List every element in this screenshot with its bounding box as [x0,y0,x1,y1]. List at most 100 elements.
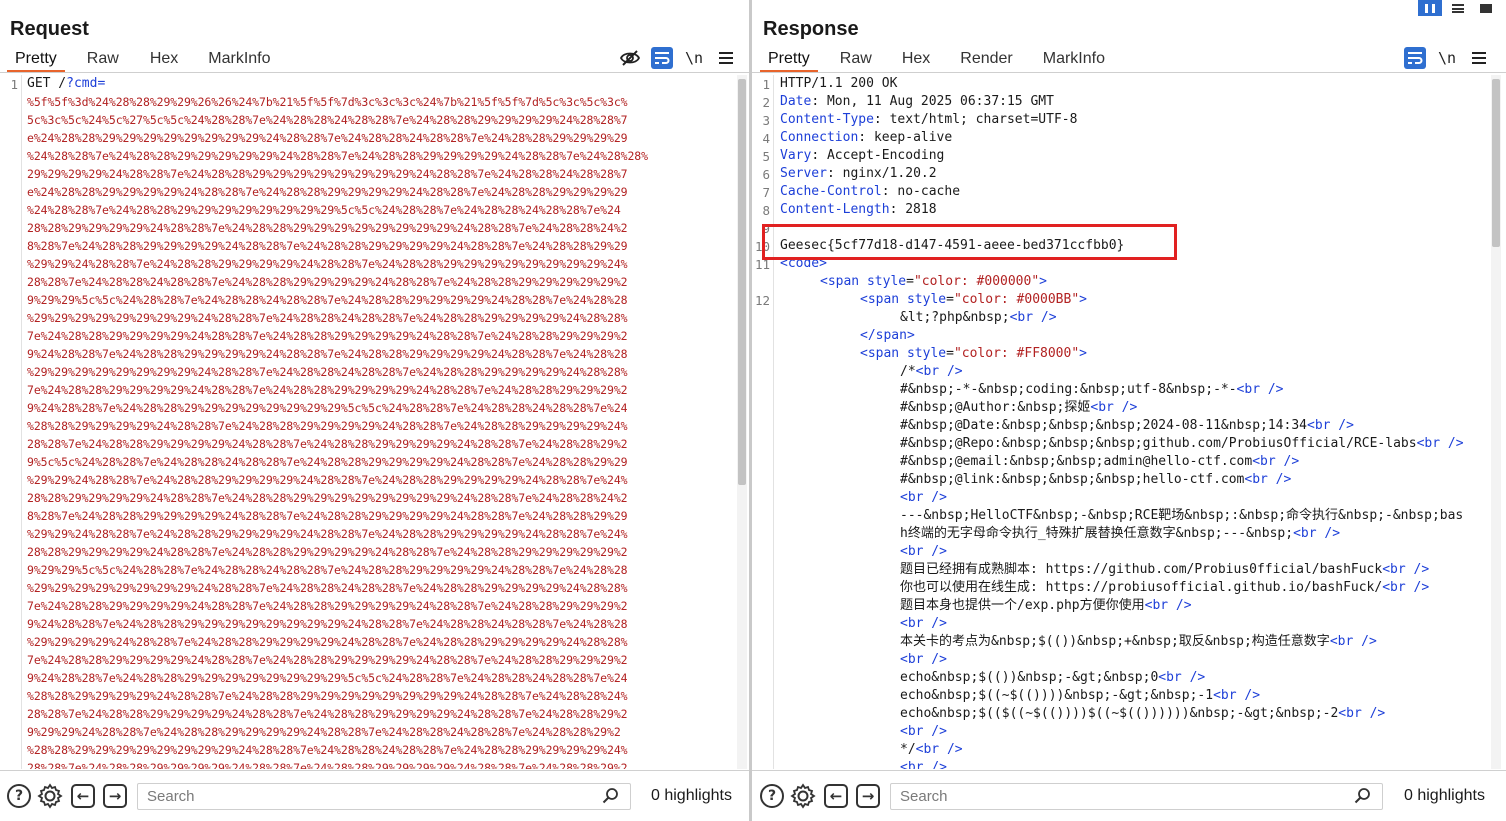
php-comment-line: 本关卡的考点为&nbsp;$(())&nbsp;+&nbsp;取反&nbsp;构… [900,634,1377,649]
request-search-input[interactable] [138,784,630,809]
header-key: Date [780,94,812,109]
back-arrow-icon[interactable]: ← [70,783,96,809]
encoded-payload-line: e%24%28%28%29%29%29%29%29%29%29%29%24%28… [27,131,628,145]
response-header-line: Content-Length: 2818 [780,202,937,217]
search-icon[interactable] [602,787,620,810]
php-comment-line: #&nbsp;-*-&nbsp;coding:&nbsp;utf-8&nbsp;… [900,382,1284,397]
wrap-icon[interactable] [651,47,673,69]
response-gutter: 1 2 3 4 5 6 7 8 9 10 11 12 [752,75,774,769]
header-key: Cache-Control [780,184,882,199]
response-tab-render[interactable]: Render [960,46,1012,72]
line-number: 1 [10,77,18,92]
encoded-payload-line: e%24%28%28%29%29%29%29%24%28%28%7e%24%28… [27,185,628,199]
php-comment-line: 题目已经拥有成熟脚本: https://github.com/Probius0f… [900,562,1430,577]
span-orange-open: <span style="color: #FF8000"> [860,346,1087,361]
gear-icon[interactable] [37,783,63,809]
request-tab-markinfo[interactable]: MarkInfo [208,46,270,72]
newline-icon[interactable]: \n [683,47,705,69]
encoded-payload-line: 28%28%7e%24%28%28%29%29%29%29%24%28%28%7… [27,437,628,451]
encoded-payload-line: %28%28%29%29%29%29%24%28%28%7e%24%28%28%… [27,689,628,703]
php-comment-line: h终端的无字母命令执行_特殊扩展替换任意数字&nbsp;---&nbsp;<br… [900,526,1341,541]
php-comment-line: <br /> [900,652,947,667]
php-comment-line: #&nbsp;@link:&nbsp;&nbsp;&nbsp;hello-ctf… [900,472,1292,487]
php-comment-line: 你也可以使用在线生成: https://probiusofficial.gith… [900,580,1430,595]
response-editor[interactable]: 1 2 3 4 5 6 7 8 9 10 11 12 HTTP/1.1 200 … [752,75,1506,769]
encoded-payload-line: %5f%5f%3d%24%28%28%29%29%26%26%24%7b%21%… [27,95,628,109]
response-highlight-count: 0 highlights [1404,787,1485,804]
header-value: no-cache [897,184,961,199]
tabbed-layout-icon[interactable] [1474,0,1498,16]
line-number: 6 [762,167,770,182]
response-header-line: Cache-Control: no-cache [780,184,961,199]
encoded-payload-line: 28%28%7e%24%28%28%29%29%29%29%24%28%28%7… [27,761,628,769]
search-icon[interactable] [1354,787,1372,810]
header-value: nginx/1.20.2 [842,166,937,181]
request-toolbar: \n [619,46,737,70]
php-comment-line: <br /> [900,490,947,505]
encoded-payload-line: 28%28%29%29%29%29%24%28%28%7e%24%28%28%2… [27,491,628,505]
span-close: </span> [860,328,915,343]
request-tab-raw[interactable]: Raw [87,46,119,72]
encoded-payload-line: 28%28%7e%24%28%28%29%29%29%29%24%28%28%7… [27,707,628,721]
encoded-payload-line: 9%29%29%24%28%28%7e%24%28%28%29%29%29%29… [27,725,621,739]
php-comment-line: 题目本身也提供一个/exp.php方便你使用<br /> [900,598,1192,613]
encoded-payload-line: 29%29%29%29%24%28%28%7e%24%28%28%29%29%2… [27,167,628,181]
php-comment-line: #&nbsp;@Author:&nbsp;探姬<br /> [900,400,1138,415]
request-title: Request [10,18,89,40]
request-tab-pretty[interactable]: Pretty [7,46,65,73]
wrap-icon[interactable] [1404,47,1426,69]
request-scroll-thumb[interactable] [738,79,746,485]
encoded-payload-line: %29%29%24%28%28%7e%24%28%28%29%29%29%29%… [27,473,628,487]
gear-icon[interactable] [790,783,816,809]
response-header-line: Connection: keep-alive [780,130,953,145]
response-footer: ? ← → 0 highlights [752,770,1506,821]
burp-repeater-view: Request Pretty Raw Hex MarkInfo \n 1 GET… [0,0,1506,821]
request-tab-hex[interactable]: Hex [150,46,178,72]
php-comment-line: #&nbsp;@Repo:&nbsp;&nbsp;&nbsp;github.co… [900,436,1464,451]
forward-arrow-icon[interactable]: → [855,783,881,809]
response-tab-hex[interactable]: Hex [902,46,930,72]
forward-arrow-icon[interactable]: → [102,783,128,809]
response-tab-raw[interactable]: Raw [840,46,872,72]
response-header-line: Date: Mon, 11 Aug 2025 06:37:15 GMT [780,94,1054,109]
response-scroll-thumb[interactable] [1492,79,1500,247]
span-blue-open: <span style="color: #0000BB"> [860,292,1087,307]
response-tab-markinfo[interactable]: MarkInfo [1043,46,1105,72]
help-icon[interactable]: ? [759,783,785,809]
eye-off-icon[interactable] [619,47,641,69]
response-search-input[interactable] [891,784,1382,809]
line-number: 3 [762,113,770,128]
newline-icon[interactable]: \n [1436,47,1458,69]
header-key: Vary [780,148,812,163]
response-search[interactable] [890,783,1383,810]
php-comment-line: <br /> [900,616,947,631]
php-comment-line: <br /> [900,544,947,559]
header-key: Content-Length [780,202,890,217]
response-scrollbar[interactable] [1491,75,1501,769]
encoded-payload-line: %29%29%24%28%28%7e%24%28%28%29%29%29%29%… [27,257,628,271]
line-number: 8 [762,203,770,218]
split-horizontal-layout-icon[interactable] [1446,0,1470,16]
help-icon[interactable]: ? [6,783,32,809]
encoded-payload-line: 9%24%28%28%7e%24%28%28%29%29%29%29%24%28… [27,347,628,361]
request-tab-divider [0,72,749,73]
line-number: 1 [762,77,770,92]
encoded-payload-line: 28%28%29%29%29%29%24%28%28%7e%24%28%28%2… [27,221,628,235]
encoded-payload-line: 28%28%7e%24%28%28%24%28%28%7e%24%28%28%2… [27,275,628,289]
request-editor[interactable]: 1 GET /?cmd= %5f%5f%3d%24%28%28%29%29%26… [0,75,749,769]
php-comment-line: ---&nbsp;HelloCTF&nbsp;-&nbsp;RCE靶场&nbsp… [900,508,1464,523]
menu-icon[interactable] [715,47,737,69]
layout-toggle-group [1418,0,1498,16]
response-tab-pretty[interactable]: Pretty [760,46,818,73]
request-pane: Request Pretty Raw Hex MarkInfo \n 1 GET… [0,0,749,821]
php-comment-line: #&nbsp;@Date:&nbsp;&nbsp;&nbsp;2024-08-1… [900,418,1354,433]
trailing-br: <br /> [900,760,947,769]
back-arrow-icon[interactable]: ← [823,783,849,809]
request-scrollbar[interactable] [737,75,747,769]
response-title: Response [763,18,859,40]
menu-icon[interactable] [1468,47,1490,69]
split-vertical-layout-icon[interactable] [1418,0,1442,16]
php-comment-line: /*<br /> [900,364,963,379]
encoded-payload-line: 7e%24%28%28%29%29%29%29%24%28%28%7e%24%2… [27,329,628,343]
request-search[interactable] [137,783,631,810]
